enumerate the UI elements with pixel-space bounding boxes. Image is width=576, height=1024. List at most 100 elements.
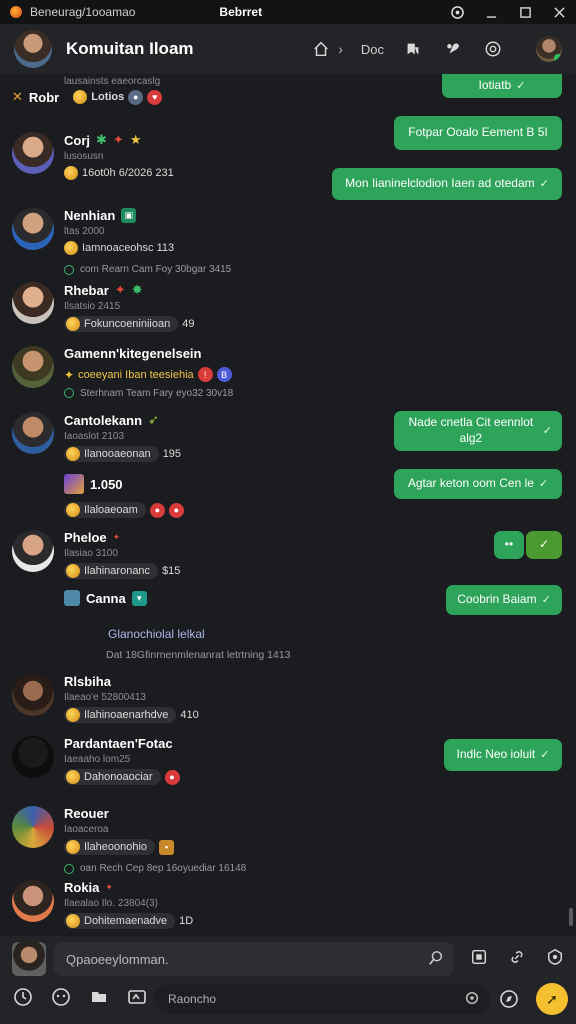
send-area: ➚: [498, 983, 568, 1015]
message-author[interactable]: 1.050: [64, 474, 364, 494]
app-icon: [10, 6, 22, 18]
message-author[interactable]: Pheloe ✦: [64, 530, 364, 545]
sticker-icon[interactable]: [88, 986, 110, 1008]
bubble-text: Fotpar Ooalo Eement B 5I: [408, 125, 548, 140]
outgoing-bubble[interactable]: Indlc Neo ioluit ✓: [444, 739, 562, 771]
author-name: Rokia: [64, 880, 100, 895]
bubble-text: Indlc Neo ioluit: [456, 747, 536, 762]
settings-icon[interactable]: [482, 38, 504, 60]
reaction-bar[interactable]: Dohitemaenadve 1D: [64, 913, 193, 929]
avatar[interactable]: [12, 346, 54, 388]
minimize-icon[interactable]: [474, 0, 508, 24]
composer: Qpaoeeylomman. Raoncho ➚: [0, 936, 576, 1024]
outgoing-bubble[interactable]: Fotpar Ooalo Eement B 5I: [394, 116, 562, 150]
shield-icon[interactable]: [544, 946, 566, 968]
message-author[interactable]: Corj ✱ ✦ ★: [64, 132, 364, 148]
message-body: lausainsts eaeorcaslg ✕ Robr Lotios ● ♥: [12, 76, 312, 105]
outgoing-bubble[interactable]: Mon Iianinelclodion Iaen ad otedam ✓: [332, 168, 562, 200]
group-avatar[interactable]: [14, 30, 52, 68]
message-input[interactable]: Qpaoeeylomman.: [54, 942, 454, 976]
message-body: Reouer Iaoaceroa Ilaheoonohio ▪ oan Rech…: [64, 806, 364, 874]
gif-icon[interactable]: [126, 986, 148, 1008]
message-author[interactable]: Rhebar ✦ ✸: [64, 282, 364, 298]
coin-icon: [66, 447, 80, 461]
avatar[interactable]: [12, 736, 54, 778]
reaction-pill[interactable]: Ilahinoaenarhdve: [64, 707, 177, 723]
notice-title[interactable]: Glanochiolal lelkal: [108, 627, 528, 641]
bookmark-icon[interactable]: [402, 38, 424, 60]
message-list[interactable]: lausainsts eaeorcaslg ✕ Robr Lotios ● ♥ …: [0, 74, 576, 936]
reaction-pill[interactable]: Ilaloaeoam: [64, 502, 146, 518]
outgoing-bubble[interactable]: Agtar keton oom Cen le ✓: [394, 469, 562, 499]
reaction-bar[interactable]: Ilahinaronanc $15: [64, 563, 180, 579]
avatar[interactable]: [12, 412, 54, 454]
reaction-bar[interactable]: Ilanooaeonan 195: [64, 446, 181, 462]
scrollbar-thumb[interactable]: [569, 908, 573, 926]
message-author[interactable]: Gamenn'kitegenelsein: [64, 346, 364, 361]
reaction-count: $15: [162, 565, 181, 577]
gear-icon[interactable]: [464, 990, 480, 1009]
search-icon[interactable]: [428, 950, 444, 969]
outgoing-bubble[interactable]: Coobrin Baiam ✓: [446, 585, 562, 615]
reaction-count: 410: [180, 709, 199, 721]
thread-link[interactable]: oan Rech Cep 8ep 16oyuediar 16148: [64, 863, 364, 874]
chat-header: Komuitan Iloam › Doc: [0, 24, 576, 74]
avatar[interactable]: [12, 208, 54, 250]
help-icon[interactable]: [440, 0, 474, 24]
star-red-icon: ✦: [112, 132, 124, 147]
reaction-pill[interactable]: Ilanooaeonan: [64, 446, 159, 462]
avatar[interactable]: [12, 530, 54, 572]
reaction-bar[interactable]: Iamnoaceohsc 113: [64, 241, 174, 255]
avatar[interactable]: [12, 132, 54, 174]
clock-icon[interactable]: [12, 986, 34, 1008]
scrollbar[interactable]: [569, 80, 573, 930]
outgoing-bubble[interactable]: Iotiatb ✓: [442, 74, 562, 98]
maximize-icon[interactable]: [508, 0, 542, 24]
composer-avatar[interactable]: [12, 942, 46, 976]
message-author[interactable]: Canna ▾: [64, 590, 364, 606]
reaction-bar[interactable]: Dahonoaociar ●: [64, 769, 180, 785]
avatar[interactable]: [12, 880, 54, 922]
home-icon[interactable]: [310, 38, 332, 60]
reaction-pill[interactable]: Ilahinaronanc: [64, 563, 159, 579]
attach-box-icon[interactable]: [468, 946, 490, 968]
thread-link[interactable]: com Rearn Cam Foy 30bgar 3415: [64, 264, 364, 275]
search-input[interactable]: Raoncho: [154, 984, 490, 1014]
nav-label[interactable]: Doc: [361, 42, 384, 57]
thread-link[interactable]: Sterhnam Team Fary eyo32 30v18: [64, 388, 364, 399]
reaction-bar[interactable]: 16ot0h 6/2026 231: [64, 166, 174, 180]
link-icon[interactable]: [506, 946, 528, 968]
outgoing-bubble[interactable]: ••: [494, 531, 524, 559]
box-icon: [64, 590, 80, 606]
reaction-bar[interactable]: Ilaloaeoam ● ●: [64, 502, 184, 518]
avatar[interactable]: [12, 282, 54, 324]
message-author[interactable]: Reouer: [64, 806, 364, 821]
message-author[interactable]: Rlsbiha: [64, 674, 364, 689]
avatar[interactable]: [12, 674, 54, 716]
reaction-pill[interactable]: Fokuncoeniniioan: [64, 316, 179, 332]
reaction-bar[interactable]: Ilaheoonohio ▪: [64, 839, 175, 855]
reaction-bar[interactable]: ✦ coeeyani Iban teesiehia ! B: [64, 367, 232, 382]
send-button[interactable]: ➚: [536, 983, 568, 1015]
user-avatar[interactable]: [536, 36, 562, 62]
avatar[interactable]: [12, 806, 54, 848]
emoji-icon[interactable]: [50, 986, 72, 1008]
message-author[interactable]: ✕ Robr Lotios ● ♥: [12, 89, 312, 105]
message-author[interactable]: Rokia ✦: [64, 880, 364, 895]
reaction-bar[interactable]: Ilahinoaenarhdve 410: [64, 707, 199, 723]
reaction-bar[interactable]: Lotios ● ♥: [73, 89, 163, 105]
star-yellow-icon: ★: [129, 132, 142, 147]
message-author[interactable]: Cantolekann ➶: [64, 412, 364, 428]
reaction-pill[interactable]: Dohitemaenadve: [64, 913, 176, 929]
pin-icon[interactable]: [442, 38, 464, 60]
message-author[interactable]: Pardantaen'Fotac: [64, 736, 364, 751]
outgoing-bubble[interactable]: ✓: [526, 531, 562, 559]
compass-icon[interactable]: [498, 988, 520, 1010]
close-icon[interactable]: [542, 0, 576, 24]
reaction-pill[interactable]: Ilaheoonohio: [64, 839, 156, 855]
outgoing-bubble[interactable]: Nade cnetla Cit eennlot alg2 ✓: [394, 411, 562, 451]
message-author[interactable]: Nenhian ▣: [64, 208, 364, 223]
message-meta: Ilsatsio 2415: [64, 301, 121, 312]
reaction-pill[interactable]: Dahonoaociar: [64, 769, 161, 785]
reaction-bar[interactable]: Fokuncoeniniioan 49: [64, 316, 194, 332]
